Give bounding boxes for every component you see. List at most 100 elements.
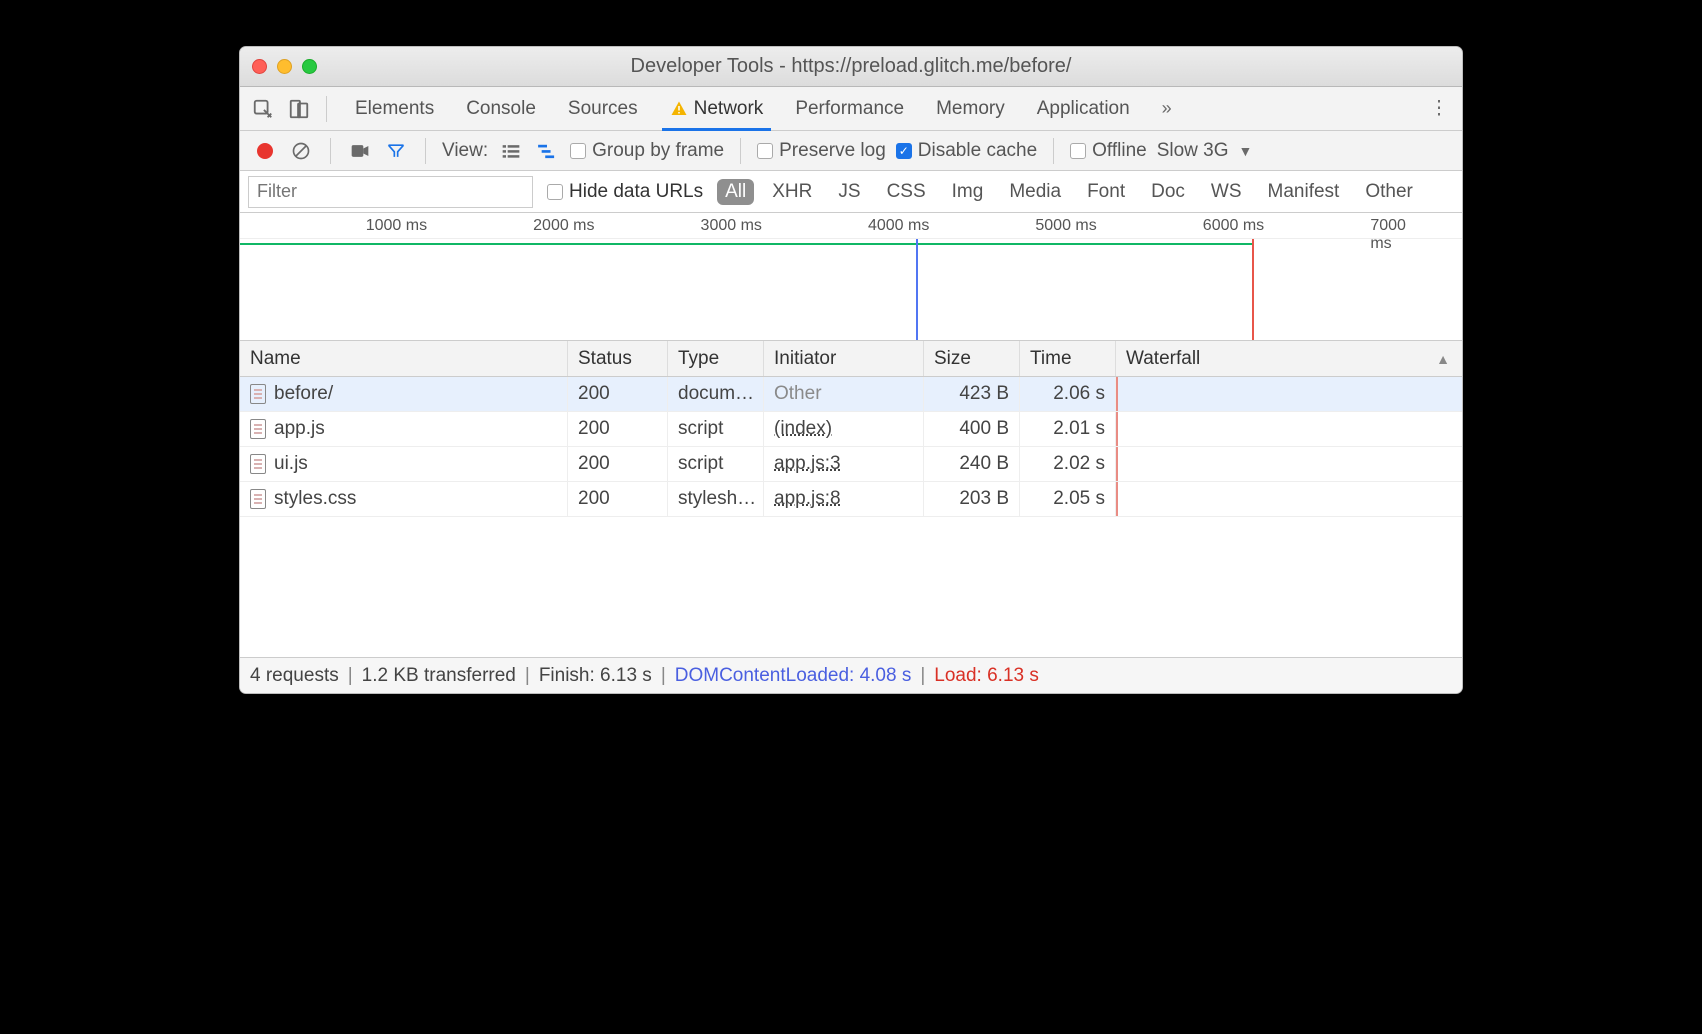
disable-cache[interactable]: ✓ Disable cache: [896, 140, 1037, 162]
cell-status: 200: [568, 412, 668, 446]
cell-name: app.js: [240, 412, 568, 446]
file-icon: [250, 454, 266, 474]
disable-cache-checkbox[interactable]: ✓: [896, 143, 912, 159]
requests-table: NameStatusTypeInitiatorSizeTimeWaterfall…: [240, 341, 1462, 657]
tab-performance[interactable]: Performance: [779, 87, 920, 130]
hide-data-urls[interactable]: Hide data URLs: [547, 181, 703, 203]
timeline-overview[interactable]: 1000 ms2000 ms3000 ms4000 ms5000 ms6000 …: [240, 213, 1462, 341]
type-filter-img[interactable]: Img: [944, 179, 992, 205]
cell-size: 423 B: [924, 377, 1020, 411]
file-icon: [250, 489, 266, 509]
type-filter-media[interactable]: Media: [1001, 179, 1069, 205]
cell-size: 400 B: [924, 412, 1020, 446]
type-filter-ws[interactable]: WS: [1203, 179, 1250, 205]
preserve-log-label: Preserve log: [779, 140, 886, 162]
panel-tabs: ElementsConsoleSourcesNetworkPerformance…: [240, 87, 1462, 131]
cell-initiator: Other: [764, 377, 924, 411]
initiator-link[interactable]: app.js:8: [774, 488, 841, 510]
timeline-tick: 1000 ms: [366, 217, 427, 235]
cell-type: script: [668, 447, 764, 481]
type-filter-doc[interactable]: Doc: [1143, 179, 1193, 205]
device-toolbar-icon[interactable]: [284, 94, 314, 124]
view-label: View:: [442, 140, 488, 162]
overflow-tabs[interactable]: »: [1152, 98, 1182, 119]
file-icon: [250, 419, 266, 439]
tab-sources[interactable]: Sources: [552, 87, 654, 130]
record-button[interactable]: [252, 143, 278, 159]
tab-memory[interactable]: Memory: [920, 87, 1021, 130]
close-window[interactable]: [252, 59, 267, 74]
load-marker: [1116, 482, 1118, 516]
column-time[interactable]: Time: [1020, 341, 1116, 376]
type-filter-js[interactable]: JS: [830, 179, 868, 205]
hide-data-urls-label: Hide data URLs: [569, 181, 703, 203]
status-transferred: 1.2 KB transferred: [362, 665, 516, 687]
table-empty-area: [240, 517, 1462, 657]
clear-button[interactable]: [288, 141, 314, 161]
group-by-frame-checkbox[interactable]: [570, 143, 586, 159]
column-type[interactable]: Type: [668, 341, 764, 376]
window-title: Developer Tools - https://preload.glitch…: [240, 55, 1462, 78]
view-list-icon[interactable]: [498, 143, 524, 159]
column-name[interactable]: Name: [240, 341, 568, 376]
cell-initiator: (index): [764, 412, 924, 446]
group-by-frame[interactable]: Group by frame: [570, 140, 724, 162]
cell-time: 2.01 s: [1020, 412, 1116, 446]
filter-bar: Hide data URLs All XHR JS CSS Img Media Font Do…: [240, 171, 1462, 213]
cell-size: 203 B: [924, 482, 1020, 516]
timeline-tick: 2000 ms: [533, 217, 594, 235]
devtools-menu-icon[interactable]: ⋮: [1426, 97, 1454, 120]
table-body: before/200docum…Other423 B2.06 sapp.js20…: [240, 377, 1462, 517]
column-size[interactable]: Size: [924, 341, 1020, 376]
group-by-frame-label: Group by frame: [592, 140, 724, 162]
camera-icon[interactable]: [347, 143, 373, 159]
type-filter-xhr[interactable]: XHR: [764, 179, 820, 205]
titlebar: Developer Tools - https://preload.glitch…: [240, 47, 1462, 87]
cell-type: docum…: [668, 377, 764, 411]
cell-status: 200: [568, 447, 668, 481]
cell-initiator: app.js:8: [764, 482, 924, 516]
minimize-window[interactable]: [277, 59, 292, 74]
type-filter-font[interactable]: Font: [1079, 179, 1133, 205]
offline-label: Offline: [1092, 140, 1147, 162]
cell-size: 240 B: [924, 447, 1020, 481]
filter-toggle-icon[interactable]: [383, 141, 409, 161]
initiator-link[interactable]: app.js:3: [774, 453, 841, 475]
column-waterfall[interactable]: Waterfall▲: [1116, 341, 1462, 376]
type-filter-css[interactable]: CSS: [879, 179, 934, 205]
cell-name: before/: [240, 377, 568, 411]
view-waterfall-icon[interactable]: [534, 143, 560, 159]
type-filter-all[interactable]: All: [717, 179, 754, 205]
table-row[interactable]: before/200docum…Other423 B2.06 s: [240, 377, 1462, 412]
status-requests: 4 requests: [250, 665, 339, 687]
type-filter-manifest[interactable]: Manifest: [1260, 179, 1348, 205]
preserve-log[interactable]: Preserve log: [757, 140, 886, 162]
timeline-tick: 3000 ms: [701, 217, 762, 235]
hide-data-urls-checkbox[interactable]: [547, 184, 563, 200]
type-filter-other[interactable]: Other: [1357, 179, 1421, 205]
column-initiator[interactable]: Initiator: [764, 341, 924, 376]
tab-elements[interactable]: Elements: [339, 87, 450, 130]
throttle-select[interactable]: Slow 3G: [1157, 140, 1229, 162]
chevron-down-icon[interactable]: ▼: [1239, 143, 1253, 159]
offline-checkbox[interactable]: [1070, 143, 1086, 159]
sort-indicator: ▲: [1436, 351, 1450, 367]
timeline-activity-line: [240, 243, 1252, 245]
tab-console[interactable]: Console: [450, 87, 552, 130]
table-row[interactable]: styles.css200stylesh…app.js:8203 B2.05 s: [240, 482, 1462, 517]
table-row[interactable]: app.js200script(index)400 B2.01 s: [240, 412, 1462, 447]
zoom-window[interactable]: [302, 59, 317, 74]
filter-input[interactable]: [248, 176, 533, 208]
preserve-log-checkbox[interactable]: [757, 143, 773, 159]
timeline-ruler: 1000 ms2000 ms3000 ms4000 ms5000 ms6000 …: [240, 213, 1462, 239]
tab-application[interactable]: Application: [1021, 87, 1146, 130]
table-row[interactable]: ui.js200scriptapp.js:3240 B2.02 s: [240, 447, 1462, 482]
tab-network[interactable]: Network: [654, 87, 780, 130]
cell-time: 2.06 s: [1020, 377, 1116, 411]
initiator-link[interactable]: (index): [774, 418, 832, 440]
offline[interactable]: Offline: [1070, 140, 1147, 162]
inspect-element-icon[interactable]: [248, 94, 278, 124]
cell-waterfall: [1116, 447, 1462, 481]
column-status[interactable]: Status: [568, 341, 668, 376]
throttling: Offline Slow 3G ▼: [1070, 140, 1252, 162]
